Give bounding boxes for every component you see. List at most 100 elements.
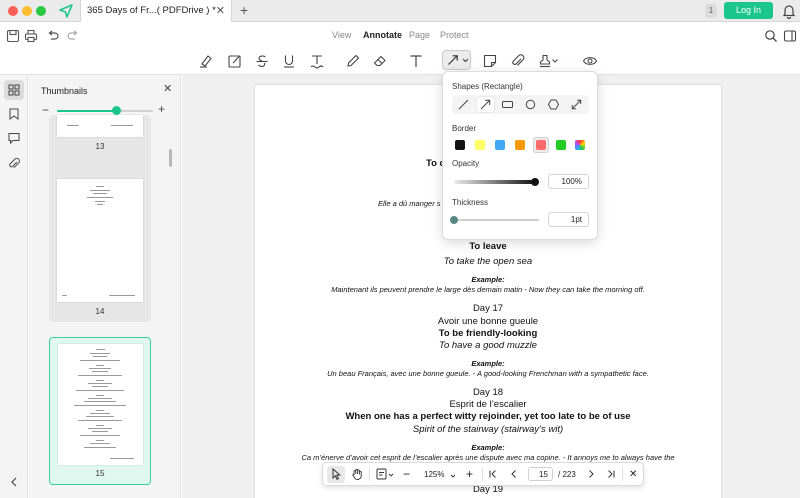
attachment-icon[interactable] xyxy=(510,53,526,69)
page-number-input[interactable] xyxy=(528,467,553,481)
cursor-select-icon[interactable] xyxy=(329,467,343,481)
document-line: Day 17 xyxy=(472,303,504,314)
save-icon[interactable] xyxy=(6,29,20,43)
color-swatch-orange[interactable] xyxy=(515,140,525,150)
close-tab-icon[interactable]: ✕ xyxy=(216,0,225,22)
underline-icon[interactable] xyxy=(281,53,297,69)
collapse-panel-icon[interactable] xyxy=(7,475,21,489)
color-swatch-red[interactable] xyxy=(536,140,546,150)
close-window-button[interactable] xyxy=(8,6,18,16)
thickness-slider[interactable] xyxy=(454,219,539,221)
text-edit-icon[interactable] xyxy=(227,53,243,69)
document-line: Day 18 xyxy=(472,387,504,398)
thumbnail-preview xyxy=(58,344,143,465)
rectangle-icon xyxy=(502,101,513,108)
next-page-icon[interactable] xyxy=(584,467,598,481)
shape-arrow-button[interactable] xyxy=(477,97,494,112)
previous-page-icon[interactable] xyxy=(507,467,521,481)
color-swatch-black[interactable] xyxy=(455,140,465,150)
squiggly-text-icon[interactable] xyxy=(309,53,325,69)
thickness-value-field[interactable]: 1pt xyxy=(548,212,589,227)
shape-selector xyxy=(452,95,589,114)
shape-rectangle-button[interactable] xyxy=(499,97,516,112)
zoom-out-button[interactable]: − xyxy=(403,467,410,481)
stamp-dropdown-chevron-icon[interactable] xyxy=(551,57,559,65)
tab-page[interactable]: Page xyxy=(409,30,430,40)
page-navigation-bar: − 125% + 15 / 223 ✕ xyxy=(322,462,644,486)
opacity-label: Opacity xyxy=(452,159,480,168)
login-button[interactable]: Log In xyxy=(724,2,773,19)
example-label: Example: xyxy=(471,443,505,452)
zoom-in-button[interactable]: + xyxy=(466,467,473,481)
sidebar-toggle-icon[interactable] xyxy=(783,29,797,43)
close-pagebar-icon[interactable]: ✕ xyxy=(629,469,637,480)
document-line: When one has a perfect witty rejoinder, … xyxy=(345,411,631,422)
sticky-note-icon[interactable] xyxy=(482,53,498,69)
thumbnails-grid-icon[interactable] xyxy=(7,83,21,97)
undo-icon[interactable] xyxy=(46,29,60,43)
last-page-icon[interactable] xyxy=(604,467,618,481)
thumbnail-page-15[interactable]: 15 xyxy=(49,337,151,485)
search-icon[interactable] xyxy=(764,29,778,43)
print-icon[interactable] xyxy=(24,29,38,43)
document-tab-title: 365 Days of Fr...( PDFDrive ) * xyxy=(87,5,216,16)
layout-chevron-down-icon[interactable] xyxy=(388,472,394,478)
tab-annotate[interactable]: Annotate xyxy=(363,30,402,40)
thickness-slider-handle[interactable] xyxy=(450,216,458,224)
attachment-panel-icon[interactable] xyxy=(7,157,21,171)
shape-line-button[interactable] xyxy=(455,97,472,112)
comment-icon[interactable] xyxy=(7,131,21,145)
thumbnail-zoom-out-button[interactable]: − xyxy=(42,103,49,117)
opacity-slider[interactable] xyxy=(454,180,535,184)
new-tab-button[interactable]: + xyxy=(240,0,248,22)
first-page-icon[interactable] xyxy=(486,467,500,481)
pencil-icon[interactable] xyxy=(345,53,361,69)
count-badge[interactable]: 1 xyxy=(705,4,717,18)
shape-polygon-button[interactable] xyxy=(545,97,562,112)
thumbnail-zoom-in-button[interactable]: + xyxy=(158,102,165,116)
color-swatch-blue[interactable] xyxy=(495,140,505,150)
minimize-window-button[interactable] xyxy=(22,6,32,16)
thumbnails-scrollbar[interactable] xyxy=(169,149,172,167)
redo-icon[interactable] xyxy=(66,29,80,43)
document-line: Avoir une bonne gueule xyxy=(437,316,539,327)
tab-view[interactable]: View xyxy=(332,30,351,40)
document-tab[interactable]: 365 Days of Fr...( PDFDrive ) * ✕ xyxy=(80,0,232,22)
thumbnail-page-number: 15 xyxy=(95,469,105,478)
bell-icon[interactable] xyxy=(782,3,796,19)
opacity-slider-handle[interactable] xyxy=(531,178,539,186)
bookmark-icon[interactable] xyxy=(7,107,21,121)
color-picker-multicolor-icon[interactable] xyxy=(575,140,585,150)
chevron-down-icon xyxy=(462,58,469,63)
shape-tool-button[interactable] xyxy=(442,50,471,70)
color-swatch-yellow[interactable] xyxy=(475,140,485,150)
hand-pan-icon[interactable] xyxy=(350,467,364,481)
separator xyxy=(622,468,623,481)
example-label: Example: xyxy=(471,359,505,368)
thumbnail-zoom-handle[interactable] xyxy=(112,106,122,115)
document-line: Esprit de l’escalier xyxy=(449,399,527,410)
tab-protect[interactable]: Protect xyxy=(440,30,469,40)
strikethrough-icon[interactable] xyxy=(254,53,270,69)
eye-icon[interactable] xyxy=(582,53,598,69)
zoom-level[interactable]: 125% xyxy=(424,470,444,479)
zoom-window-button[interactable] xyxy=(36,6,46,16)
color-swatch-green[interactable] xyxy=(556,140,566,150)
thumbnail-page-14[interactable]: 14 xyxy=(49,172,151,322)
total-pages: / 223 xyxy=(558,470,576,479)
title-bar: 365 Days of Fr...( PDFDrive ) * ✕ + 1 Lo… xyxy=(0,0,800,22)
zoom-chevron-down-icon[interactable] xyxy=(450,473,456,479)
close-thumbnails-icon[interactable]: ✕ xyxy=(163,82,172,95)
page-layout-icon[interactable] xyxy=(375,467,389,481)
annotation-toolbar xyxy=(0,47,800,75)
opacity-value-field[interactable]: 100% xyxy=(548,174,589,189)
arrow-tool-icon xyxy=(448,55,458,65)
document-line: To be friendly-looking xyxy=(438,328,538,339)
highlight-icon[interactable] xyxy=(198,53,214,69)
example-sentence: Ca m’énerve d’avoir cet esprit de l’esca… xyxy=(301,453,675,462)
text-tool-icon[interactable] xyxy=(408,53,424,69)
thickness-label: Thickness xyxy=(452,198,489,207)
shape-ellipse-button[interactable] xyxy=(522,97,539,112)
eraser-icon[interactable] xyxy=(372,53,388,69)
shape-double-arrow-button[interactable] xyxy=(568,97,585,112)
